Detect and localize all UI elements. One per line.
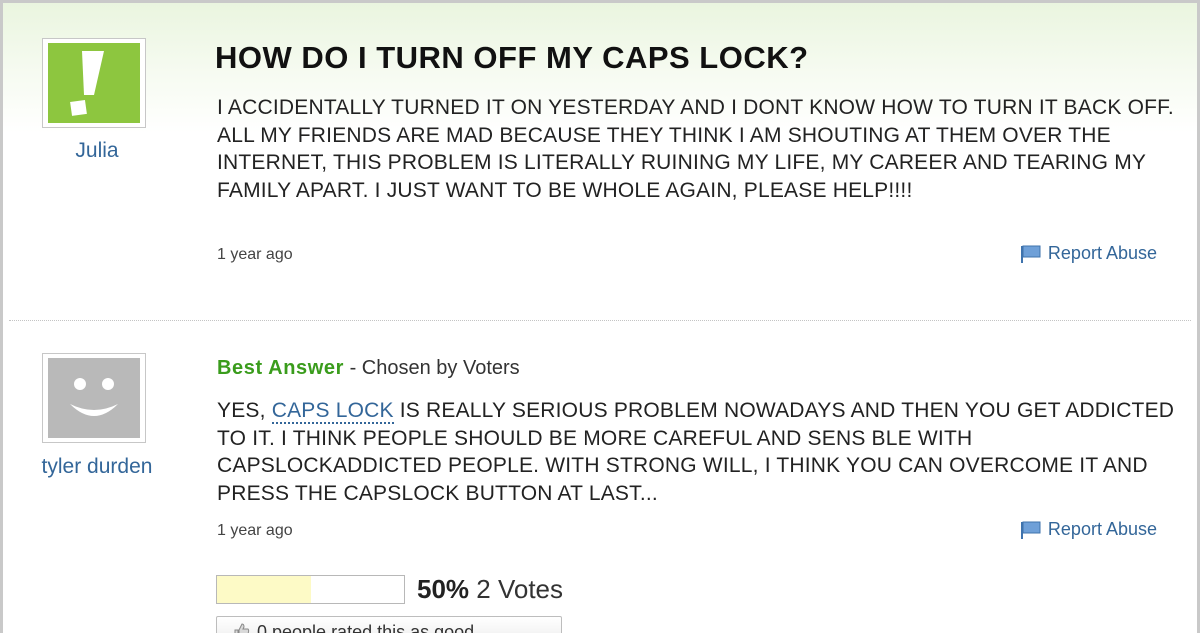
answer-timestamp: 1 year ago [217, 522, 293, 539]
yahoo-exclamation-icon [48, 43, 140, 123]
answer-author-name[interactable]: tyler durden [7, 455, 187, 479]
flag-icon [1020, 245, 1041, 263]
best-answer-line: Best Answer - Chosen by Voters [217, 357, 520, 380]
report-abuse-label: Report Abuse [1047, 519, 1157, 539]
rate-good-label: 0 people rated this as good [257, 622, 475, 633]
vote-count: 2 Votes [476, 574, 564, 604]
qa-page: Julia HOW DO I TURN OFF MY CAPS LOCK? I … [0, 0, 1200, 633]
best-answer-label: Best Answer [217, 357, 345, 379]
caps-lock-link[interactable]: CAPS LOCK [271, 399, 394, 424]
question-timestamp: 1 year ago [217, 246, 293, 263]
answer-avatar[interactable] [42, 353, 146, 443]
question-report-abuse-link[interactable]: Report Abuse [1020, 243, 1157, 264]
rate-good-button[interactable]: 0 people rated this as good [216, 616, 562, 633]
question-avatar[interactable] [42, 38, 146, 128]
vote-progress-fill [217, 576, 311, 603]
question-body: I ACCIDENTALLY TURNED IT ON YESTERDAY AN… [217, 96, 1174, 202]
chosen-by-label: - Chosen by Voters [349, 357, 520, 379]
answer-body: YES, CAPS LOCK IS REALLY SERIOUS PROBLEM… [217, 397, 1177, 507]
flag-icon [1020, 521, 1041, 539]
question-author-name[interactable]: Julia [7, 139, 187, 163]
vote-summary: 50% 2 Votes [417, 574, 563, 605]
answer-report-abuse-link[interactable]: Report Abuse [1020, 519, 1157, 540]
thumbs-up-icon [234, 623, 250, 633]
report-abuse-label: Report Abuse [1047, 243, 1157, 263]
question-title: HOW DO I TURN OFF MY CAPS LOCK? [215, 40, 809, 75]
answer-body-prefix: YES, [217, 399, 272, 422]
vote-progress-bar [216, 575, 405, 604]
section-divider [9, 320, 1191, 321]
vote-percent: 50% [417, 574, 470, 604]
smiley-face-icon [48, 358, 140, 438]
